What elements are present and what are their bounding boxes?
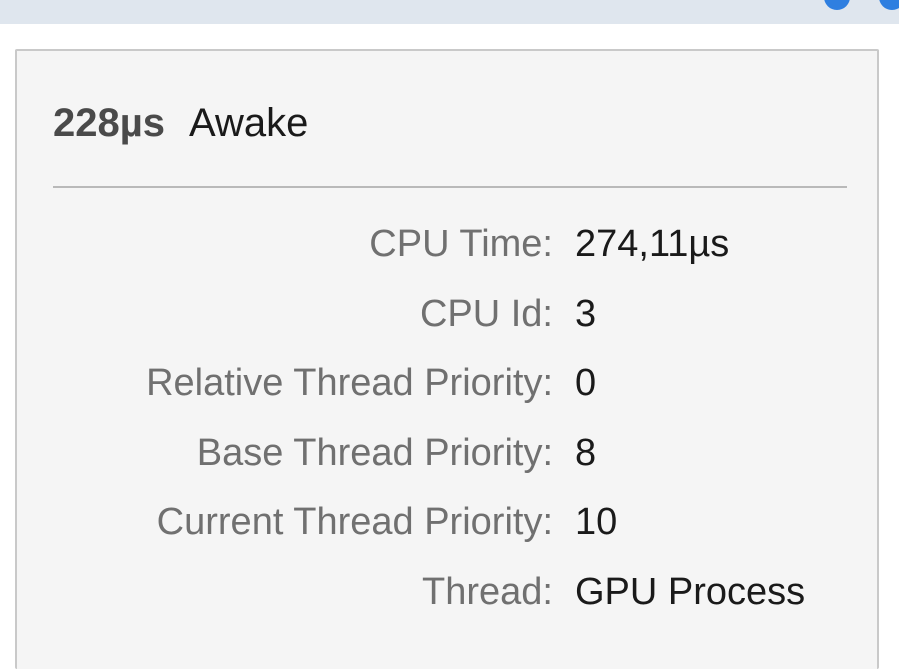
detail-row-cpu-id: CPU Id: 3 [17,290,877,360]
toolbar-button-partial[interactable] [824,0,850,10]
detail-row-base-thread-priority: Base Thread Priority: 8 [17,429,877,499]
duration-value: 228µs [53,101,166,145]
detail-row-thread: Thread: GPU Process [17,568,877,638]
detail-value: 10 [575,501,618,543]
tooltip-header: 228µs Awake [53,99,308,147]
detail-row-relative-thread-priority: Relative Thread Priority: 0 [17,359,877,429]
thread-state: Awake [189,101,309,145]
detail-row-current-thread-priority: Current Thread Priority: 10 [17,498,877,568]
top-toolbar-strip [0,0,899,24]
detail-value: 8 [575,431,597,474]
detail-label: Relative Thread Priority: [146,362,553,404]
detail-label: CPU Time: [369,223,553,265]
details-list: CPU Time: 274,11µs CPU Id: 3 Relative Th… [17,220,877,637]
divider [53,186,847,188]
detail-label: CPU Id: [419,292,553,335]
detail-label: Base Thread Priority: [196,431,553,474]
detail-value: GPU Process [575,570,806,613]
detail-row-cpu-time: CPU Time: 274,11µs [17,220,877,290]
detail-value: 3 [575,292,597,335]
detail-label: Current Thread Priority: [156,501,553,543]
detail-value: 0 [575,362,597,404]
sample-tooltip: 228µs Awake CPU Time: 274,11µs CPU Id: 3… [15,49,879,669]
detail-label: Thread: [422,570,553,613]
detail-value: 274,11µs [575,223,730,265]
toolbar-button-partial[interactable] [879,0,899,10]
